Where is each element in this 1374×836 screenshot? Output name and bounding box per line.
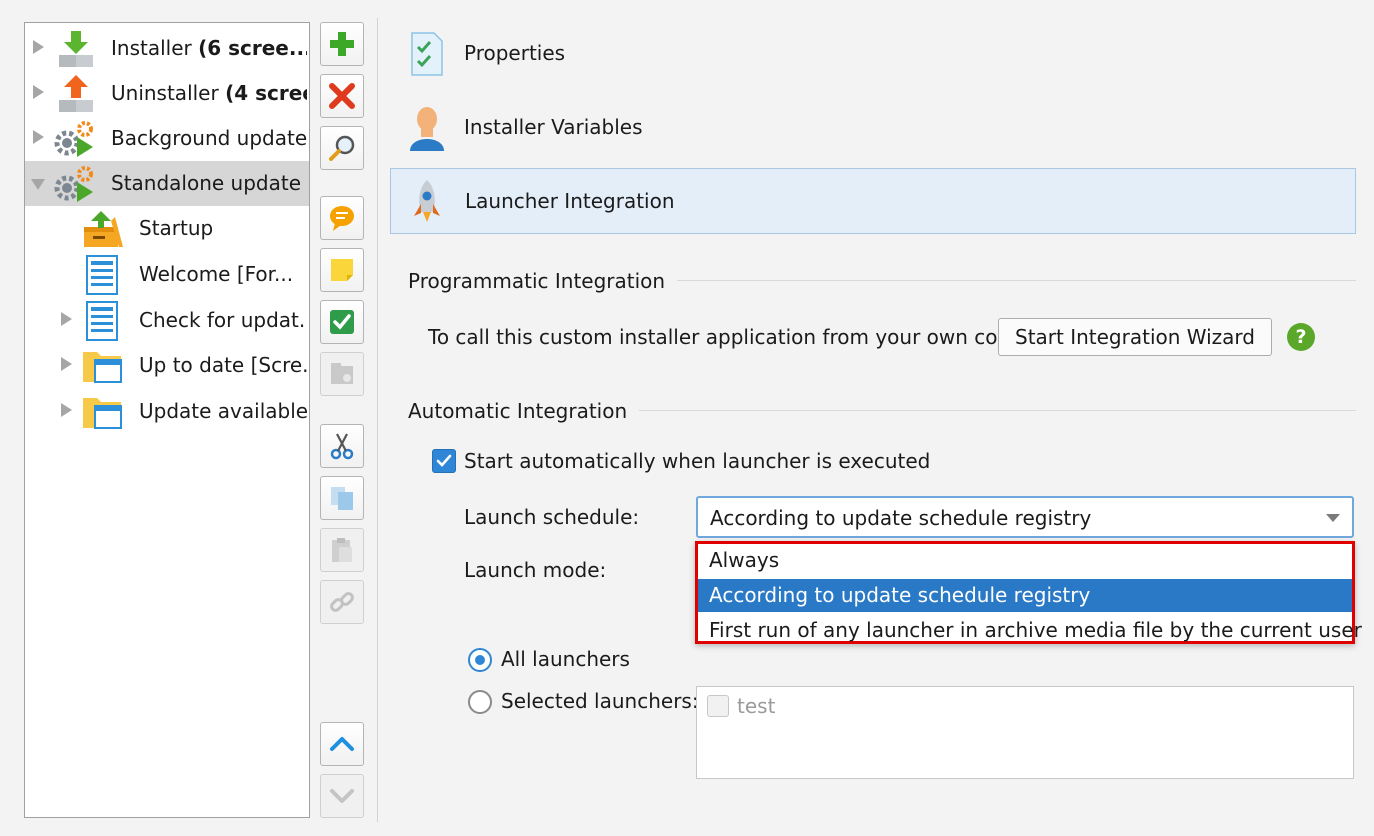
launcher-test-checkbox[interactable]	[707, 695, 729, 717]
automatic-integration-title: Automatic Integration	[408, 399, 640, 423]
collapse-arrow-icon[interactable]	[31, 179, 45, 190]
move-up-button[interactable]	[320, 722, 364, 766]
link-button[interactable]	[320, 580, 364, 624]
tree-item-background-update[interactable]: Background update...	[25, 116, 309, 161]
nav-properties[interactable]: Properties	[390, 21, 1356, 87]
nav-launcher-integration[interactable]: Launcher Integration	[390, 168, 1356, 234]
startup-box-icon	[84, 211, 123, 247]
selected-launchers-label[interactable]: Selected launchers:	[501, 689, 699, 713]
schedule-option-registry[interactable]: According to update schedule registry	[698, 579, 1352, 612]
gears-play-icon	[54, 121, 93, 157]
tree-item-label: Check for updat...	[139, 308, 307, 332]
tree-item-up-to-date[interactable]: Up to date [Scre...	[25, 343, 309, 388]
properties-checklist-icon	[411, 32, 443, 76]
tree-item-label: Background update...	[111, 126, 307, 150]
all-launchers-label[interactable]: All launchers	[501, 647, 630, 671]
panel-divider	[377, 18, 378, 822]
tree-item-installer[interactable]: Installer (6 scree...	[25, 26, 309, 71]
copy-button[interactable]	[320, 476, 364, 520]
installer-down-arrow-icon	[59, 31, 93, 67]
expand-arrow-icon[interactable]	[61, 357, 72, 371]
start-automatically-label[interactable]: Start automatically when launcher is exe…	[464, 449, 930, 473]
move-up-icon	[330, 737, 354, 751]
tree-item-uninstaller[interactable]: Uninstaller (4 scree...	[25, 71, 309, 116]
check-icon	[330, 310, 354, 334]
start-integration-wizard-button[interactable]: Start Integration Wizard	[998, 318, 1272, 356]
tree-item-label: Standalone update ...	[111, 171, 307, 195]
launch-mode-label: Launch mode:	[464, 558, 607, 582]
tree-item-label: Up to date [Scre...	[139, 353, 307, 377]
nav-installer-variables[interactable]: Installer Variables	[390, 95, 1356, 161]
tree-item-label: Update available...	[139, 399, 307, 423]
gears-play-icon	[54, 166, 93, 202]
screen-disabled-icon	[331, 363, 353, 384]
section-divider	[610, 410, 1356, 411]
launch-schedule-label: Launch schedule:	[464, 505, 640, 529]
paste-icon	[332, 538, 352, 562]
nav-label: Launcher Integration	[465, 189, 675, 213]
tree-item-startup[interactable]: Startup	[25, 206, 309, 251]
launch-schedule-options-list[interactable]: Always According to update schedule regi…	[695, 541, 1362, 647]
expand-arrow-icon[interactable]	[61, 312, 72, 326]
checkmark-icon	[436, 454, 452, 467]
start-automatically-checkbox[interactable]	[432, 449, 456, 473]
screen-document-icon	[86, 301, 118, 341]
selected-launchers-radio[interactable]	[468, 690, 492, 714]
programmatic-integration-title: Programmatic Integration	[408, 269, 678, 293]
delete-button[interactable]	[320, 74, 364, 118]
tree-item-label: Uninstaller (4 scree...	[111, 81, 307, 105]
check-button[interactable]	[320, 300, 364, 344]
launcher-list[interactable]: test	[696, 686, 1354, 779]
screen-document-icon	[86, 255, 118, 295]
expand-arrow-icon[interactable]	[61, 403, 72, 417]
tree-item-label: Startup	[139, 216, 214, 240]
chevron-down-icon[interactable]	[1326, 514, 1340, 522]
expand-arrow-icon[interactable]	[33, 85, 44, 99]
copy-icon	[331, 487, 353, 510]
search-icon	[329, 135, 355, 161]
nav-label: Properties	[464, 41, 566, 65]
launch-schedule-dropdown[interactable]: According to update schedule registry	[696, 496, 1354, 538]
integration-description: To call this custom installer applicatio…	[428, 325, 1030, 349]
note-icon	[331, 259, 353, 281]
tree-item-label: Welcome [For...	[139, 262, 294, 286]
paste-button[interactable]	[320, 528, 364, 572]
note-button[interactable]	[320, 248, 364, 292]
schedule-option-always[interactable]: Always	[698, 544, 1352, 577]
schedule-option-first-run[interactable]: First run of any launcher in archive med…	[698, 614, 1362, 647]
folder-screen-icon	[83, 352, 122, 383]
move-down-icon	[330, 789, 354, 803]
expand-arrow-icon[interactable]	[33, 40, 44, 54]
comment-button[interactable]	[320, 196, 364, 240]
tree-item-standalone-update[interactable]: Standalone update ...	[25, 161, 309, 206]
launch-schedule-value: According to update schedule registry	[710, 506, 1092, 530]
tree-item-check-for-updates[interactable]: Check for updat...	[25, 298, 309, 343]
add-icon	[330, 32, 354, 56]
comment-icon	[330, 206, 354, 231]
tree-item-update-available[interactable]: Update available...	[25, 389, 309, 434]
move-down-button[interactable]	[320, 774, 364, 818]
section-divider	[640, 280, 1356, 281]
screen-button[interactable]	[320, 352, 364, 396]
link-icon	[330, 592, 354, 612]
rocket-icon	[414, 180, 440, 222]
folder-screen-icon	[83, 398, 122, 429]
uninstaller-up-arrow-icon	[59, 75, 93, 112]
all-launchers-radio[interactable]	[468, 648, 492, 672]
screen-tree[interactable]: Installer (6 scree... Uninstaller (4 scr…	[24, 22, 310, 818]
help-icon[interactable]: ?	[1287, 323, 1315, 351]
tree-item-label: Installer (6 scree...	[111, 36, 307, 60]
nav-label: Installer Variables	[464, 115, 643, 139]
search-button[interactable]	[320, 126, 364, 170]
launcher-test-label[interactable]: test	[737, 694, 775, 718]
cut-button[interactable]	[320, 424, 364, 468]
tree-item-welcome[interactable]: Welcome [For...	[25, 252, 309, 297]
delete-icon	[329, 83, 355, 109]
cut-icon	[330, 433, 354, 460]
expand-arrow-icon[interactable]	[33, 130, 44, 144]
user-variables-icon	[410, 107, 444, 151]
add-button[interactable]	[320, 22, 364, 66]
